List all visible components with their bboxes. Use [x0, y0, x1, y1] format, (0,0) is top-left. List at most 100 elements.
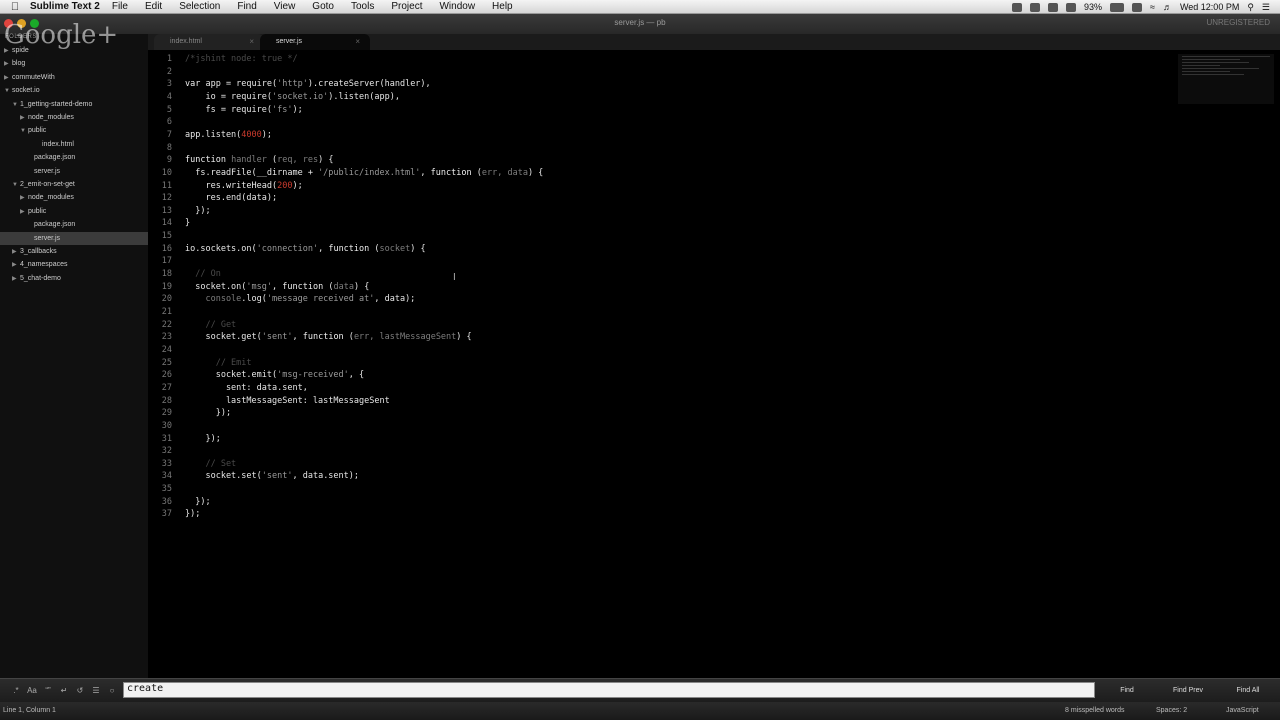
- code-line[interactable]: app.listen(4000);: [185, 130, 272, 140]
- sidebar-folder[interactable]: ▼ 1_getting-started-demo: [0, 98, 148, 111]
- code-line[interactable]: function handler (req, res) {: [185, 155, 333, 165]
- regex-toggle-icon[interactable]: .*: [10, 685, 22, 697]
- minimap[interactable]: [1178, 54, 1274, 104]
- code-line[interactable]: // Emit: [185, 358, 252, 368]
- code-line[interactable]: io.sockets.on('connection', function (so…: [185, 244, 426, 254]
- code-line[interactable]: var app = require('http').createServer(h…: [185, 79, 431, 89]
- code-line[interactable]: fs = require('fs');: [185, 104, 302, 115]
- code-line[interactable]: });: [185, 408, 231, 418]
- code-line[interactable]: }: [185, 218, 190, 228]
- sidebar-folder[interactable]: ▼ socket.io: [0, 84, 148, 97]
- sidebar-folder[interactable]: ▶ commuteWith: [0, 71, 148, 84]
- chevron-down-icon[interactable]: ▼: [20, 125, 28, 138]
- apple-menu-icon[interactable]: : [0, 1, 30, 13]
- chevron-right-icon[interactable]: ▶: [4, 58, 12, 71]
- spotlight-search-icon[interactable]: ⚲: [1247, 2, 1254, 13]
- wrap-toggle-icon[interactable]: ↵: [58, 685, 70, 697]
- battery-icon[interactable]: [1110, 2, 1124, 12]
- code-line[interactable]: });: [185, 434, 220, 444]
- sidebar-folder[interactable]: ▶ 3_callbacks: [0, 245, 148, 258]
- wifi-icon[interactable]: ≈: [1150, 2, 1155, 12]
- code-line[interactable]: res.writeHead(200);: [185, 181, 302, 191]
- chevron-down-icon[interactable]: ▼: [4, 85, 12, 98]
- code-line[interactable]: socket.get('sent', function (err, lastMe…: [185, 332, 471, 342]
- whole-word-toggle-icon[interactable]: “”: [42, 685, 54, 697]
- sidebar-folder[interactable]: ▶ blog: [0, 57, 148, 70]
- code-line[interactable]: /*jshint node: true */: [185, 54, 298, 64]
- chevron-down-icon[interactable]: ▼: [12, 179, 20, 192]
- chevron-right-icon[interactable]: ▶: [12, 273, 20, 286]
- code-line[interactable]: socket.emit('msg-received', {: [185, 370, 364, 380]
- bluetooth-icon[interactable]: [1065, 2, 1076, 12]
- chevron-right-icon[interactable]: ▶: [20, 206, 28, 219]
- code-line[interactable]: socket.on('msg', function (data) {: [185, 282, 369, 292]
- chevron-right-icon[interactable]: ▶: [4, 72, 12, 85]
- menu-item[interactable]: Project: [391, 1, 422, 12]
- close-tab-icon[interactable]: ×: [355, 37, 360, 46]
- sidebar-folder[interactable]: ▶ 4_namespaces: [0, 258, 148, 271]
- sidebar-file[interactable]: package.json: [0, 218, 148, 231]
- menu-item[interactable]: Edit: [145, 1, 162, 12]
- app-menu[interactable]: Sublime Text 2: [30, 1, 100, 12]
- notification-list-icon[interactable]: ☰: [1262, 2, 1270, 13]
- chevron-right-icon[interactable]: ▶: [20, 112, 28, 125]
- find-history-icon[interactable]: ○: [106, 685, 118, 697]
- sidebar-file[interactable]: index.html: [0, 138, 148, 151]
- extension-icon[interactable]: [1029, 2, 1040, 12]
- code-line[interactable]: socket.set('sent', data.sent);: [185, 471, 359, 481]
- sidebar-file[interactable]: server.js: [0, 231, 148, 245]
- code-line[interactable]: io = require('socket.io').listen(app),: [185, 92, 399, 102]
- code-line[interactable]: });: [185, 497, 210, 507]
- chevron-right-icon[interactable]: ▶: [12, 246, 20, 259]
- code-line[interactable]: fs.readFile(__dirname + '/public/index.h…: [185, 168, 543, 178]
- menu-item[interactable]: Goto: [312, 1, 334, 12]
- menu-item[interactable]: Window: [439, 1, 475, 12]
- clock[interactable]: Wed 12:00 PM: [1180, 2, 1239, 12]
- find-button[interactable]: Find: [1100, 683, 1154, 698]
- chevron-down-icon[interactable]: ▼: [12, 99, 20, 112]
- menu-item[interactable]: View: [274, 1, 296, 12]
- code-editor[interactable]: 1 2 3 4 5 6 7 8 9 10 11 12 13 14 15 16 17 18 19 20 21 22 23 24 2…: [148, 50, 1280, 678]
- sidebar-folder[interactable]: ▶ public: [0, 205, 148, 218]
- menu-item[interactable]: Tools: [351, 1, 374, 12]
- code-line[interactable]: // Get: [185, 320, 236, 330]
- case-sensitive-toggle-icon[interactable]: Aa: [26, 685, 38, 697]
- menu-item[interactable]: File: [112, 1, 128, 12]
- indentation-status[interactable]: Spaces: 2: [1156, 707, 1187, 714]
- code-token: 'fs': [272, 104, 293, 115]
- sidebar-file[interactable]: server.js: [0, 165, 148, 178]
- chevron-right-icon[interactable]: ▶: [12, 259, 20, 272]
- sidebar: FOLDERS ▶ spide ▶ blog ▶ commuteWith ▼ socket.i…: [0, 34, 148, 678]
- code-line[interactable]: });: [185, 509, 200, 519]
- code-line[interactable]: lastMessageSent: lastMessageSent: [185, 396, 390, 406]
- syntax-status[interactable]: JavaScript: [1226, 707, 1259, 714]
- sync-icon[interactable]: [1047, 2, 1058, 12]
- code-line[interactable]: console.log('message received at', data)…: [185, 294, 415, 304]
- find-all-button[interactable]: Find All: [1222, 683, 1274, 698]
- code-line[interactable]: // Set: [185, 459, 236, 469]
- flag-icon[interactable]: [1132, 2, 1142, 12]
- volume-icon[interactable]: ♬: [1163, 2, 1172, 12]
- sidebar-folder[interactable]: ▼ 2_emit-on-set-get: [0, 178, 148, 191]
- menu-item[interactable]: Find: [237, 1, 256, 12]
- code-line[interactable]: sent: data.sent,: [185, 383, 308, 393]
- menu-item[interactable]: Selection: [179, 1, 220, 12]
- sidebar-folder[interactable]: ▶ node_modules: [0, 191, 148, 204]
- find-prev-button[interactable]: Find Prev: [1160, 683, 1216, 698]
- code-line[interactable]: res.end(data);: [185, 193, 277, 203]
- sidebar-folder[interactable]: ▼ public: [0, 124, 148, 137]
- sidebar-file[interactable]: package.json: [0, 151, 148, 164]
- code-line[interactable]: // On: [185, 269, 221, 279]
- spelling-status[interactable]: 8 misspelled words: [1065, 707, 1125, 714]
- find-input[interactable]: create: [123, 682, 1095, 698]
- sidebar-folder[interactable]: ▶ 5_chat-demo: [0, 272, 148, 285]
- highlight-matches-toggle-icon[interactable]: ☰: [90, 685, 102, 697]
- code-line[interactable]: });: [185, 206, 210, 216]
- in-selection-toggle-icon[interactable]: ↺: [74, 685, 86, 697]
- menu-item[interactable]: Help: [492, 1, 513, 12]
- chevron-right-icon[interactable]: ▶: [20, 192, 28, 205]
- sidebar-folder[interactable]: ▶ node_modules: [0, 111, 148, 124]
- close-tab-icon[interactable]: ×: [249, 37, 254, 46]
- tab-server-js[interactable]: server.js ×: [260, 34, 370, 50]
- dropbox-icon[interactable]: [1011, 2, 1022, 12]
